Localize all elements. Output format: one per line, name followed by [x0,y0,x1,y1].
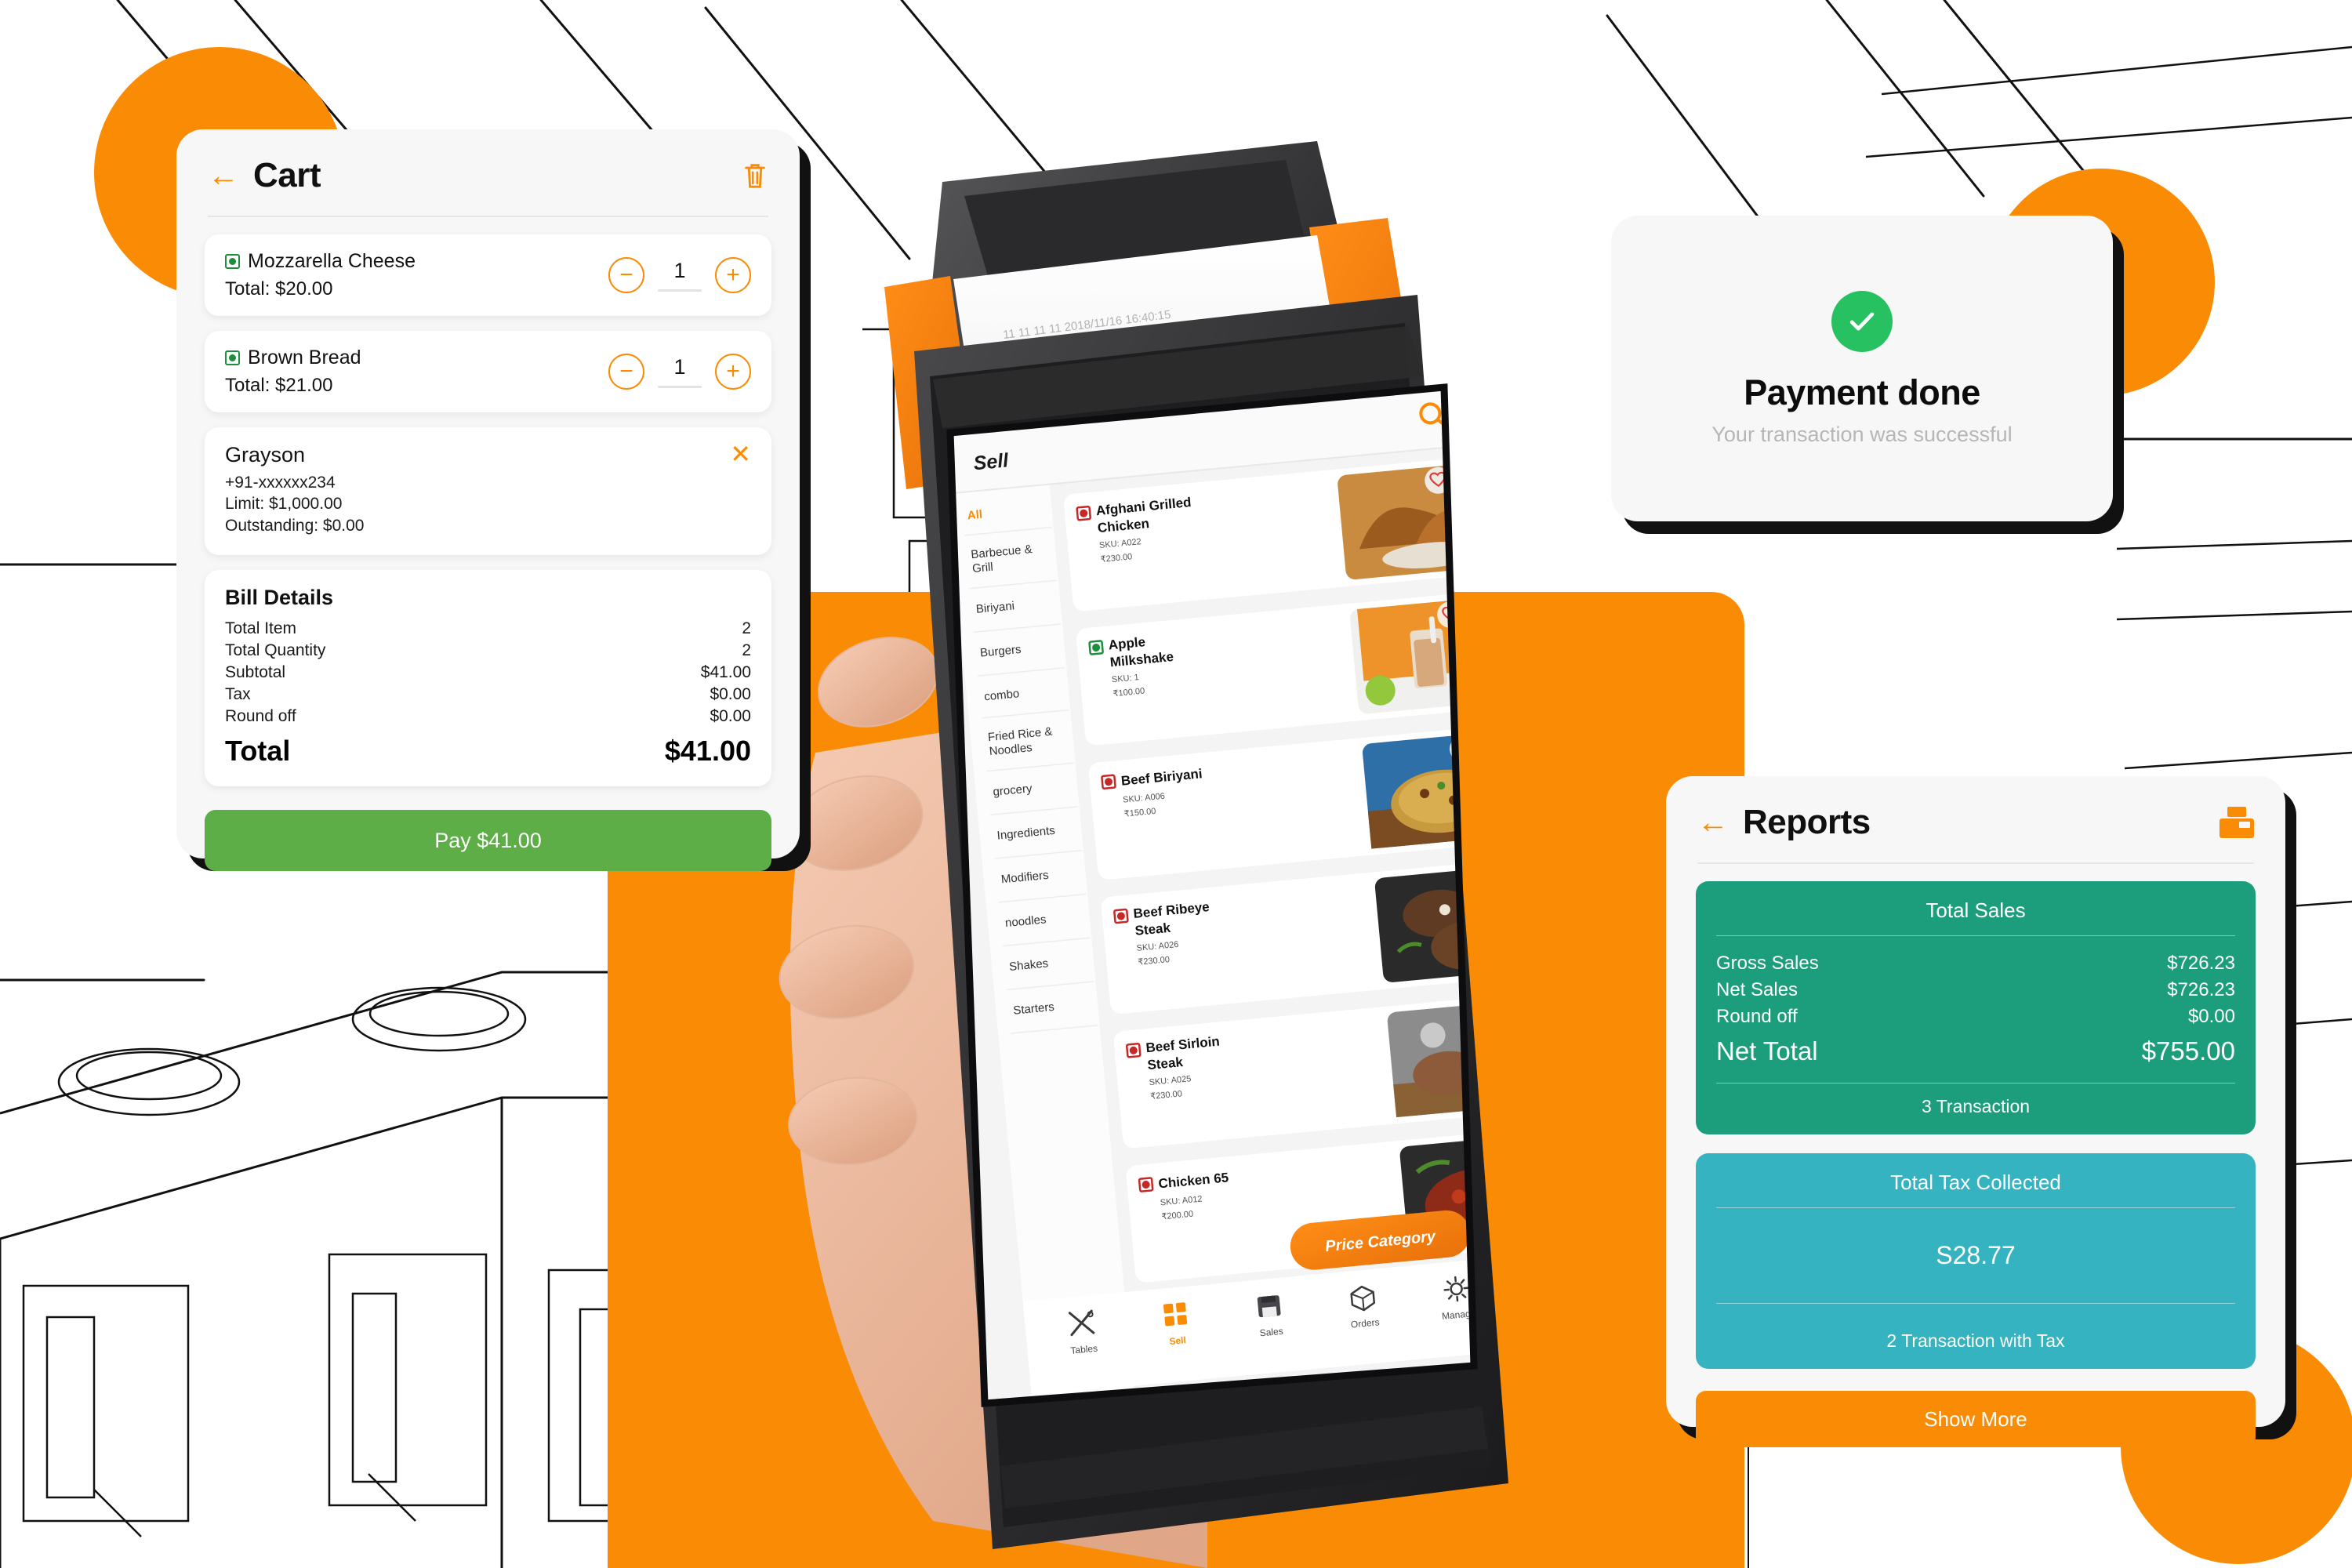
back-arrow-icon[interactable]: ← [1697,807,1729,838]
grand-total-label: Total [225,734,291,767]
quantity-value: 1 [673,355,686,379]
bill-row: Round off $0.00 [225,706,751,728]
bill-row: Subtotal $41.00 [225,662,751,684]
svg-text:Grill: Grill [971,561,993,575]
veg-indicator-icon [225,350,240,365]
cart-header: ← Cart [176,129,800,195]
reports-card: ← Reports Total Sales Gross Sales $726.2… [1666,776,2285,1448]
stat-value: $726.23 [2167,953,2235,974]
quantity-stepper[interactable]: − 1 + [608,354,751,390]
payment-success-card: Payment done Your transaction was succes… [1611,216,2113,521]
net-total-label: Net Total [1716,1036,1818,1066]
stat-label: Net Sales [1716,979,1798,1001]
stat-row: Round off $0.00 [1716,1004,2235,1030]
cart-card: ← Cart Mozzarella Cheese Total: $20.00 −… [176,129,800,872]
cart-item-total: Total: $20.00 [225,278,333,299]
net-total-row: Net Total $755.00 [1716,1033,2235,1070]
quantity-value: 1 [673,259,686,282]
cart-item-name: Mozzarella Cheese [248,250,416,272]
check-circle-icon [1831,290,1893,352]
bill-details-title: Bill Details [225,585,334,609]
svg-text:Sell: Sell [1169,1334,1187,1347]
bill-row-value: $41.00 [700,662,751,681]
total-sales-card: Total Sales Gross Sales $726.23 Net Sale… [1696,881,2256,1135]
customer-card: ✕ Grayson +91-xxxxxx234 Limit: $1,000.00… [205,427,771,555]
bill-row-label: Total Quantity [225,641,326,659]
bill-row: Tax $0.00 [225,684,751,706]
customer-limit: Limit: $1,000.00 [225,495,343,514]
pos-device: 11 11 11 11 2018/11/16 16:40:15 11 11 : … [768,141,1646,1568]
tax-transaction-count: 2 Transaction with Tax [1886,1330,2065,1352]
show-more-button[interactable]: Show More [1696,1391,2256,1448]
bill-row-label: Total Item [225,619,297,637]
transaction-count: 3 Transaction [1921,1096,2031,1117]
quantity-stepper[interactable]: − 1 + [608,257,751,293]
customer-outstanding: Outstanding: $0.00 [225,516,365,535]
stat-label: Gross Sales [1716,953,1819,974]
bill-row-value: 2 [742,641,751,659]
stat-value: $726.23 [2167,979,2235,1001]
total-tax-card: Total Tax Collected S28.77 2 Transaction… [1696,1153,2256,1370]
svg-text:Sales: Sales [1259,1326,1283,1339]
stat-row: Net Sales $726.23 [1716,977,2235,1004]
payment-subtitle: Your transaction was successful [1711,422,2013,446]
decrement-button[interactable]: − [608,354,644,390]
total-tax-heading: Total Tax Collected [1890,1171,2061,1195]
bill-grand-total-row: Total $41.00 [225,732,751,770]
remove-customer-icon[interactable]: ✕ [730,441,751,466]
decrement-button[interactable]: − [608,257,644,293]
stat-row: Gross Sales $726.23 [1716,950,2235,977]
quantity-underline [658,386,702,388]
net-total-value: $755.00 [2141,1036,2235,1066]
cart-item-row[interactable]: Brown Bread Total: $21.00 − 1 + [205,331,771,412]
stat-value: $0.00 [2187,1006,2235,1028]
page-title: Reports [1743,803,1871,841]
increment-button[interactable]: + [715,257,751,293]
payment-title: Payment done [1744,372,1980,412]
grand-total-value: $41.00 [664,734,751,767]
pay-button[interactable]: Pay $41.00 [205,810,771,872]
quantity-underline [658,289,702,292]
bill-row: Total Item 2 [225,618,751,640]
bill-details-card: Bill Details Total Item 2 Total Quantity… [205,569,771,787]
increment-button[interactable]: + [715,354,751,390]
total-sales-heading: Total Sales [1926,898,2026,922]
bill-row-label: Subtotal [225,662,286,681]
reports-header: ← Reports [1666,776,2285,842]
cart-item-name: Brown Bread [248,347,361,368]
stat-label: Round off [1716,1006,1798,1028]
page-title: Cart [253,156,321,194]
back-arrow-icon[interactable]: ← [208,160,239,191]
customer-name: Grayson [225,443,306,466]
bill-row-value: $0.00 [710,684,751,703]
trash-icon[interactable] [742,161,768,191]
printer-icon[interactable] [2220,807,2254,838]
customer-phone: +91-xxxxxx234 [225,474,336,492]
cart-items-list: Mozzarella Cheese Total: $20.00 − 1 + Br… [176,217,800,787]
svg-text:Sell: Sell [972,449,1010,474]
bill-row: Total Quantity 2 [225,640,751,662]
bill-row-value: 2 [742,619,751,637]
total-tax-value: S28.77 [1936,1241,2016,1270]
svg-text:All: All [967,508,983,523]
bill-row-label: Round off [225,706,296,725]
bill-row-value: $0.00 [710,706,751,725]
cart-item-total: Total: $21.00 [225,375,333,396]
cart-item-row[interactable]: Mozzarella Cheese Total: $20.00 − 1 + [205,234,771,316]
veg-indicator-icon [225,254,240,269]
bill-row-label: Tax [225,684,251,703]
